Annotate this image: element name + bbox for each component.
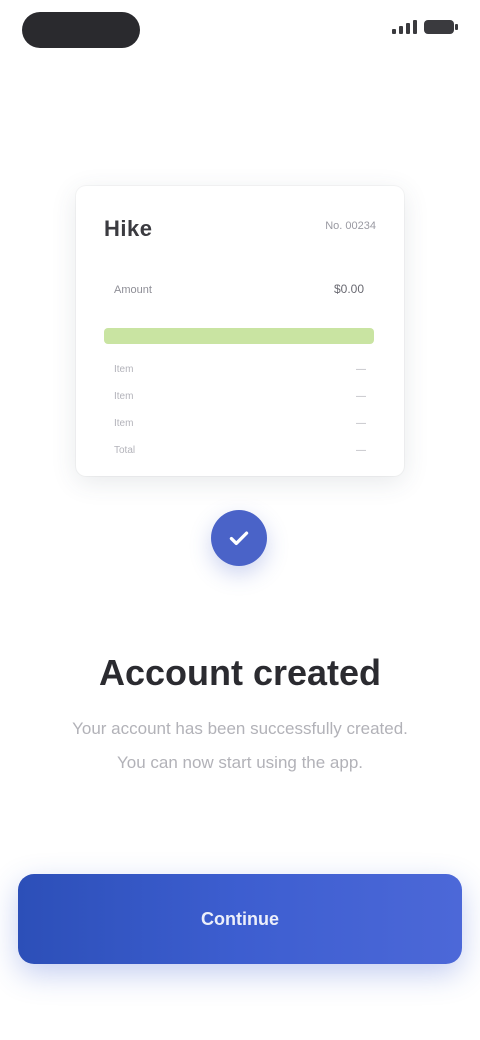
- receipt-logo: Hike: [104, 216, 153, 241]
- status-bar: [0, 0, 480, 64]
- receipt-line-value: —: [356, 445, 366, 456]
- continue-button-label: Continue: [201, 908, 279, 929]
- status-indicators: [392, 20, 458, 34]
- success-badge: [211, 510, 267, 566]
- receipt-highlight-bar: [104, 328, 374, 344]
- check-icon: [229, 531, 249, 546]
- receipt-line-value: —: [356, 391, 366, 402]
- receipt-line: Item —: [114, 364, 366, 375]
- receipt-line: Total —: [114, 445, 366, 456]
- receipt-illustration: Hike No. 00234 Amount $0.00 Item — Item …: [76, 186, 404, 476]
- receipt-line: Item —: [114, 391, 366, 402]
- signal-icon: [392, 20, 418, 34]
- receipt-line-value: —: [356, 364, 366, 375]
- receipt-line: Item —: [114, 418, 366, 429]
- receipt-line-label: Item: [114, 418, 134, 429]
- battery-icon: [424, 20, 458, 34]
- receipt-line-value: —: [356, 418, 366, 429]
- continue-button[interactable]: Continue: [18, 874, 462, 964]
- dynamic-island: [22, 12, 140, 48]
- receipt-number: No. 00234: [325, 220, 376, 232]
- receipt-line-label: Total: [114, 445, 136, 456]
- receipt-amount-label: Amount: [114, 284, 152, 296]
- receipt-line-label: Item: [114, 391, 134, 402]
- page-description: Your account has been successfully creat…: [72, 719, 408, 772]
- receipt-line-label: Item: [114, 364, 134, 375]
- page-title: Account created: [98, 652, 382, 693]
- receipt-line-items: Item — Item — Item — Total —: [114, 364, 366, 472]
- receipt-amount-value: $0.00: [333, 282, 364, 296]
